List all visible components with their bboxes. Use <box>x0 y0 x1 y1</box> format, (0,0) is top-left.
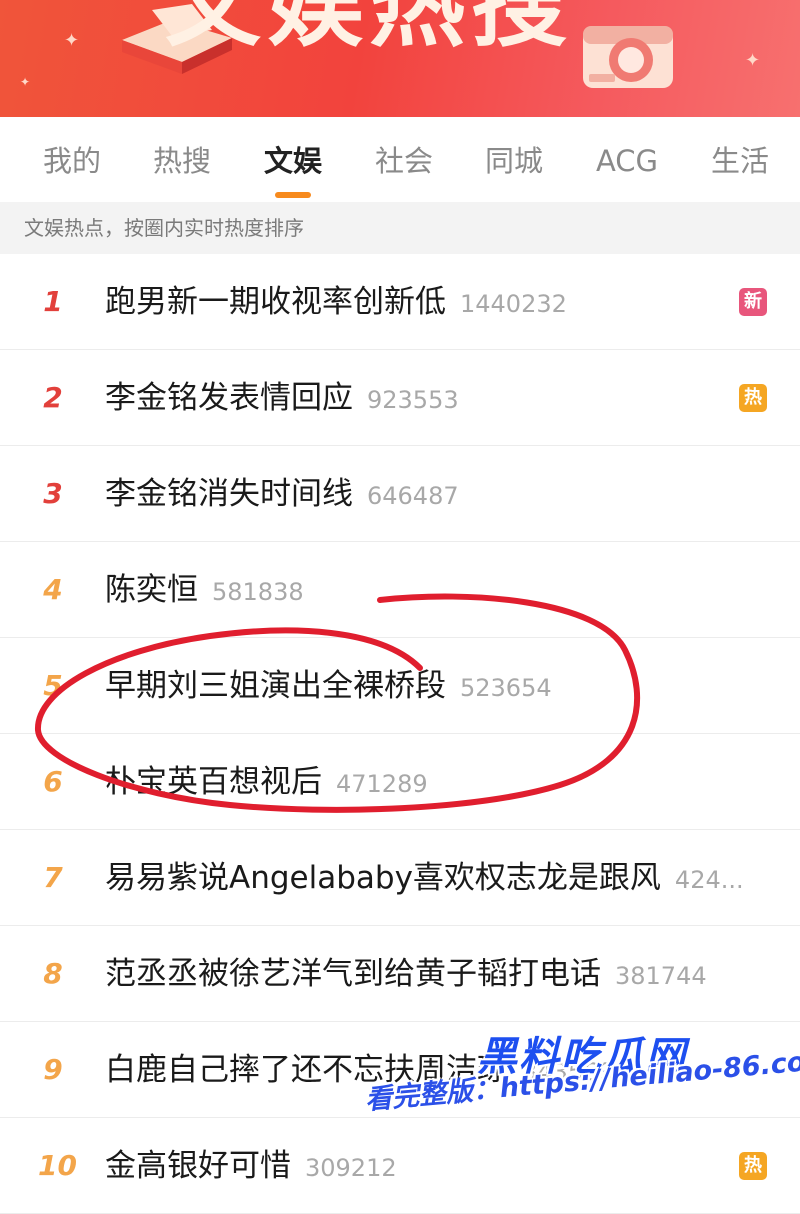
topic-title[interactable]: 范丞丞被徐艺洋气到给黄子韬打电话 <box>105 956 601 992</box>
tab-society[interactable]: 社会 <box>375 141 433 181</box>
topic-title[interactable]: 朴宝英百想视后 <box>105 764 322 800</box>
tab-mine[interactable]: 我的 <box>43 141 101 181</box>
rank-number: 2 <box>43 381 63 414</box>
rank-number: 7 <box>43 861 63 894</box>
heat-count: 471289 <box>336 770 428 798</box>
topic-title[interactable]: 李金铭发表情回应 <box>105 380 353 416</box>
list-item[interactable]: 5 早期刘三姐演出全裸桥段 523654 <box>0 638 800 734</box>
tab-acg[interactable]: ACG <box>596 141 658 181</box>
watermark: 黑料吃瓜网 看完整版：https://heiliao-86.com <box>364 1020 800 1170</box>
tab-life[interactable]: 生活 <box>711 141 769 181</box>
category-tabs: 我的 热搜 文娱 社会 同城 ACG 生活 <box>0 117 800 202</box>
heat-count: 424... <box>674 866 744 894</box>
topic-title[interactable]: 陈奕恒 <box>105 572 198 608</box>
heat-count: 581838 <box>212 578 304 606</box>
rank-number: 6 <box>43 765 63 798</box>
tab-entertainment[interactable]: 文娱 <box>264 141 322 181</box>
list-item[interactable]: 8 范丞丞被徐艺洋气到给黄子韬打电话 381744 <box>0 926 800 1022</box>
rank-number: 1 <box>43 285 63 318</box>
banner-title: 文娱热搜 <box>165 0 573 60</box>
rank-number: 4 <box>43 573 63 606</box>
tab-hot-search[interactable]: 热搜 <box>153 141 211 181</box>
rank-number: 3 <box>43 477 63 510</box>
list-item[interactable]: 1 跑男新一期收视率创新低 1440232 新 <box>0 254 800 350</box>
rank-number: 5 <box>43 669 63 702</box>
topic-title[interactable]: 早期刘三姐演出全裸桥段 <box>105 668 446 704</box>
heat-count: 381744 <box>615 962 707 990</box>
heat-count: 646487 <box>367 482 459 510</box>
new-badge: 新 <box>739 288 767 316</box>
topic-title[interactable]: 金高银好可惜 <box>105 1148 291 1184</box>
rank-number: 9 <box>43 1053 63 1086</box>
rank-number: 10 <box>38 1149 77 1182</box>
tab-local[interactable]: 同城 <box>485 141 543 181</box>
list-item[interactable]: 4 陈奕恒 581838 <box>0 542 800 638</box>
active-tab-indicator <box>275 192 311 198</box>
hot-badge: 热 <box>739 384 767 412</box>
banner: 文娱热搜 ✦ ✦ ✦ <box>0 0 800 117</box>
topic-title[interactable]: 易易紫说Angelababy喜欢权志龙是跟风 <box>105 860 661 896</box>
section-description: 文娱热点，按圈内实时热度排序 <box>24 216 304 240</box>
list-item[interactable]: 7 易易紫说Angelababy喜欢权志龙是跟风 424... <box>0 830 800 926</box>
sparkle-icon: ✦ <box>20 75 31 89</box>
sparkle-icon: ✦ <box>745 50 761 71</box>
heat-count: 523654 <box>460 674 552 702</box>
list-item[interactable]: 6 朴宝英百想视后 471289 <box>0 734 800 830</box>
topic-title[interactable]: 跑男新一期收视率创新低 <box>105 284 446 320</box>
heat-count: 1440232 <box>460 290 567 318</box>
heat-count: 923553 <box>367 386 459 414</box>
camera-icon <box>583 26 673 88</box>
list-item[interactable]: 2 李金铭发表情回应 923553 热 <box>0 350 800 446</box>
sparkle-icon: ✦ <box>64 30 80 51</box>
list-item[interactable]: 3 李金铭消失时间线 646487 <box>0 446 800 542</box>
rank-number: 8 <box>43 957 63 990</box>
section-description-bar: 文娱热点，按圈内实时热度排序 <box>0 202 800 254</box>
topic-title[interactable]: 李金铭消失时间线 <box>105 476 353 512</box>
